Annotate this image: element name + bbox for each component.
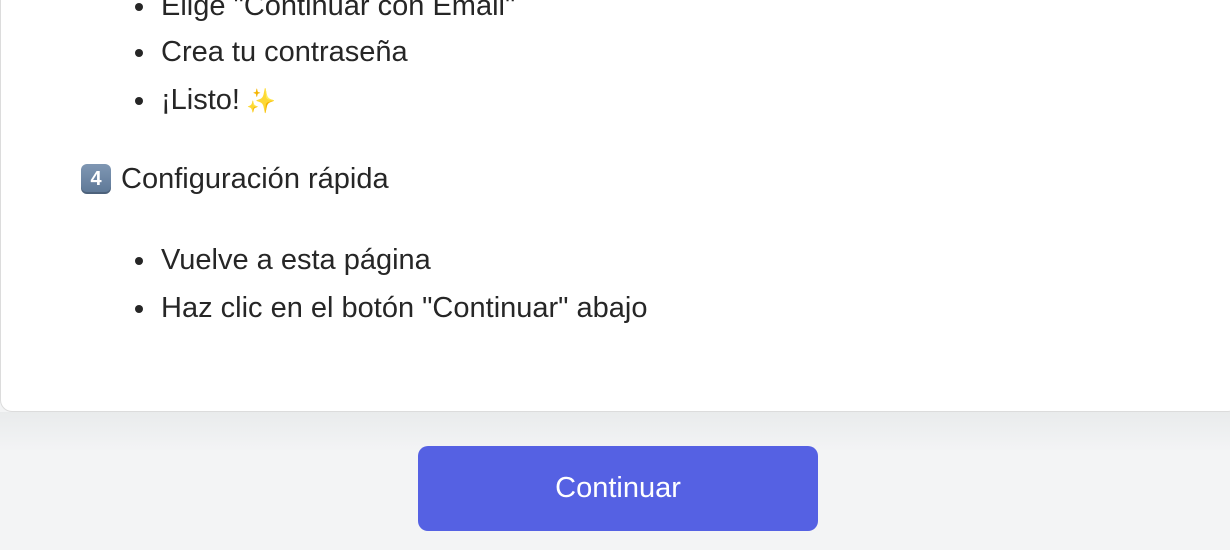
list-item-text: Vuelve a esta página [161,244,431,276]
list-item: Crea tu contraseña [135,35,408,69]
section-heading: 4 Configuración rápida [81,161,389,197]
list-item: ¡Listo! ✨ [135,83,276,119]
keycap-number-icon: 4 [81,164,111,194]
list-item: Vuelve a esta página [135,243,431,277]
list-item-text: Crea tu contraseña [161,36,408,68]
list-item-text: Haz clic en el botón "Continuar" abajo [161,292,648,324]
instructions-card: Elige "Continuar con Email" Crea tu cont… [0,0,1230,412]
section-heading-text: Configuración rápida [121,163,389,195]
sparkle-icon: ✨ [245,88,276,115]
list-item: Elige "Continuar con Email" [134,0,516,23]
list-item: Haz clic en el botón "Continuar" abajo [135,291,648,325]
list-item-text: Elige "Continuar con Email" [161,0,516,22]
continue-button[interactable]: Continuar [418,446,818,531]
list-item-text: ¡Listo! [161,84,240,116]
